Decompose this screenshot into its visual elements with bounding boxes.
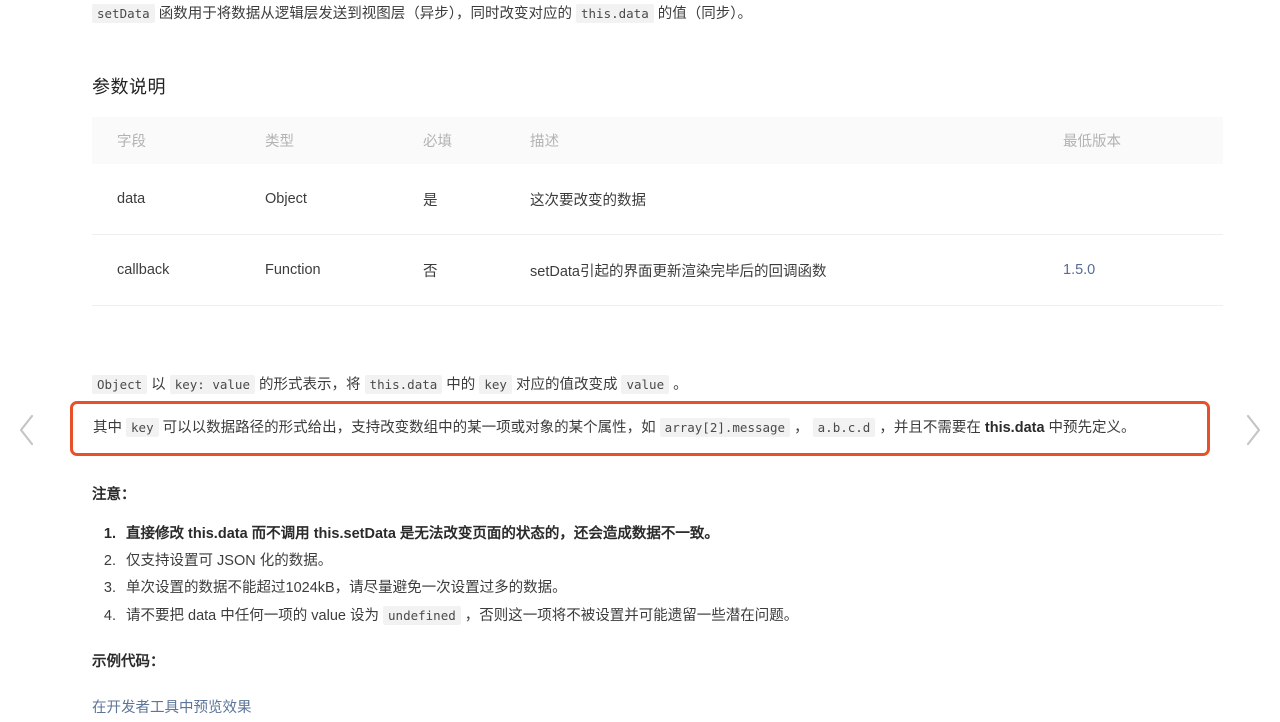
notice-item-3-text: 单次设置的数据不能超过1024kB，请尽量避免一次设置过多的数据。 bbox=[126, 580, 567, 596]
object-format-paragraph: Object 以 key: value 的形式表示，将 this.data 中的… bbox=[92, 372, 688, 398]
highlight-paragraph: 其中 key 可以以数据路径的形式给出，支持改变数组中的某一项或对象的某个属性，… bbox=[93, 413, 1187, 443]
notice-item-4-pre: 请不要把 data 中任何一项的 value 设为 bbox=[126, 608, 384, 624]
column-header-field: 字段 bbox=[92, 117, 265, 164]
column-header-required: 必填 bbox=[423, 117, 530, 164]
content-column: setData 函数用于将数据从逻辑层发送到视图层（异步），同时改变对应的 th… bbox=[70, 0, 1223, 716]
sample-code-title: 示例代码： bbox=[92, 654, 165, 670]
preview-in-devtools-link[interactable]: 在开发者工具中预览效果 bbox=[92, 696, 252, 717]
table-row: data Object 是 这次要改变的数据 bbox=[92, 164, 1223, 235]
inline-code-setdata: setData bbox=[92, 4, 155, 23]
object-text-5: 。 bbox=[669, 376, 688, 393]
intro-text-2: 的值（同步）。 bbox=[653, 6, 753, 22]
params-table: 字段 类型 必填 描述 最低版本 data Object 是 这次要改变的数据 … bbox=[92, 117, 1223, 306]
list-item: 仅支持设置可 JSON 化的数据。 bbox=[120, 548, 798, 575]
table-header-row: 字段 类型 必填 描述 最低版本 bbox=[92, 117, 1223, 164]
params-table-body: data Object 是 这次要改变的数据 callback Function… bbox=[92, 164, 1223, 306]
intro-text-1: 函数用于将数据从逻辑层发送到视图层（异步），同时改变对应的 bbox=[154, 6, 576, 22]
inline-code-this-data: this.data bbox=[364, 374, 443, 394]
cell-required: 否 bbox=[423, 234, 530, 306]
chevron-left-icon bbox=[16, 413, 38, 447]
next-page-button[interactable] bbox=[1231, 408, 1275, 452]
chevron-right-icon bbox=[1242, 413, 1264, 447]
inline-code-key-value: key: value bbox=[169, 374, 255, 394]
inline-code-undefined: undefined bbox=[383, 606, 461, 625]
inline-code-key: key bbox=[126, 418, 159, 437]
prev-page-button[interactable] bbox=[5, 408, 49, 452]
cell-type: Object bbox=[265, 191, 307, 207]
intro-paragraph: setData 函数用于将数据从逻辑层发送到视图层（异步），同时改变对应的 th… bbox=[92, 0, 1198, 28]
column-header-version: 最低版本 bbox=[1063, 117, 1223, 164]
highlight-text-1: 其中 bbox=[93, 420, 127, 436]
object-text-4: 对应的值改变成 bbox=[511, 376, 622, 393]
highlight-text-4: ，并且不需要在 bbox=[875, 420, 985, 436]
cell-field: callback bbox=[92, 234, 265, 306]
object-text-2: 的形式表示，将 bbox=[254, 376, 365, 393]
notice-item-4-post: ，否则这一项将不被设置并可能遗留一些潜在问题。 bbox=[460, 608, 799, 624]
notice-item-2-text: 仅支持设置可 JSON 化的数据。 bbox=[126, 553, 333, 569]
highlight-text-2: 可以以数据路径的形式给出，支持改变数组中的某一项或对象的某个属性，如 bbox=[158, 420, 660, 436]
version-link[interactable]: 1.5.0 bbox=[1063, 262, 1095, 278]
highlight-bold-this-data: this.data bbox=[984, 420, 1045, 436]
highlight-text-3: ， bbox=[790, 420, 813, 436]
inline-code-array-message: array[2].message bbox=[659, 418, 791, 437]
cell-version bbox=[1063, 164, 1223, 235]
inline-code-this-data: this.data bbox=[576, 4, 654, 23]
params-table-head: 字段 类型 必填 描述 最低版本 bbox=[92, 117, 1223, 164]
cell-field: data bbox=[117, 191, 146, 207]
list-item: 请不要把 data 中任何一项的 value 设为 undefined ，否则这… bbox=[120, 602, 798, 630]
cell-required: 是 bbox=[423, 192, 438, 209]
cell-version: 1.5.0 bbox=[1063, 234, 1223, 306]
list-item: 直接修改 this.data 而不调用 this.setData 是无法改变页面… bbox=[120, 521, 798, 548]
highlight-text-5: 中预先定义。 bbox=[1044, 420, 1136, 436]
inline-code-object: Object bbox=[92, 374, 148, 394]
object-text-3: 中的 bbox=[442, 376, 480, 393]
notice-title: 注意： bbox=[92, 487, 136, 503]
notice-list: 直接修改 this.data 而不调用 this.setData 是无法改变页面… bbox=[92, 521, 798, 630]
cell-description: setData引起的界面更新渲染完毕后的回调函数 bbox=[530, 234, 1063, 306]
notice-item-1-text: 直接修改 this.data 而不调用 this.setData 是无法改变页面… bbox=[126, 526, 719, 542]
section-title-params: 参数说明 bbox=[92, 77, 166, 97]
column-header-description: 描述 bbox=[530, 117, 1063, 164]
column-header-type: 类型 bbox=[265, 117, 423, 164]
cell-type: Function bbox=[265, 234, 423, 306]
inline-code-value: value bbox=[621, 374, 670, 394]
cell-description: 这次要改变的数据 bbox=[530, 192, 646, 209]
highlighted-callout-box: 其中 key 可以以数据路径的形式给出，支持改变数组中的某一项或对象的某个属性，… bbox=[70, 401, 1210, 456]
object-text-1: 以 bbox=[147, 376, 170, 393]
documentation-page: setData 函数用于将数据从逻辑层发送到视图层（异步），同时改变对应的 th… bbox=[0, 0, 1280, 722]
table-row: callback Function 否 setData引起的界面更新渲染完毕后的… bbox=[92, 234, 1223, 306]
list-item: 单次设置的数据不能超过1024kB，请尽量避免一次设置过多的数据。 bbox=[120, 575, 798, 602]
inline-code-key: key bbox=[479, 374, 512, 394]
inline-code-abcd: a.b.c.d bbox=[812, 418, 876, 437]
